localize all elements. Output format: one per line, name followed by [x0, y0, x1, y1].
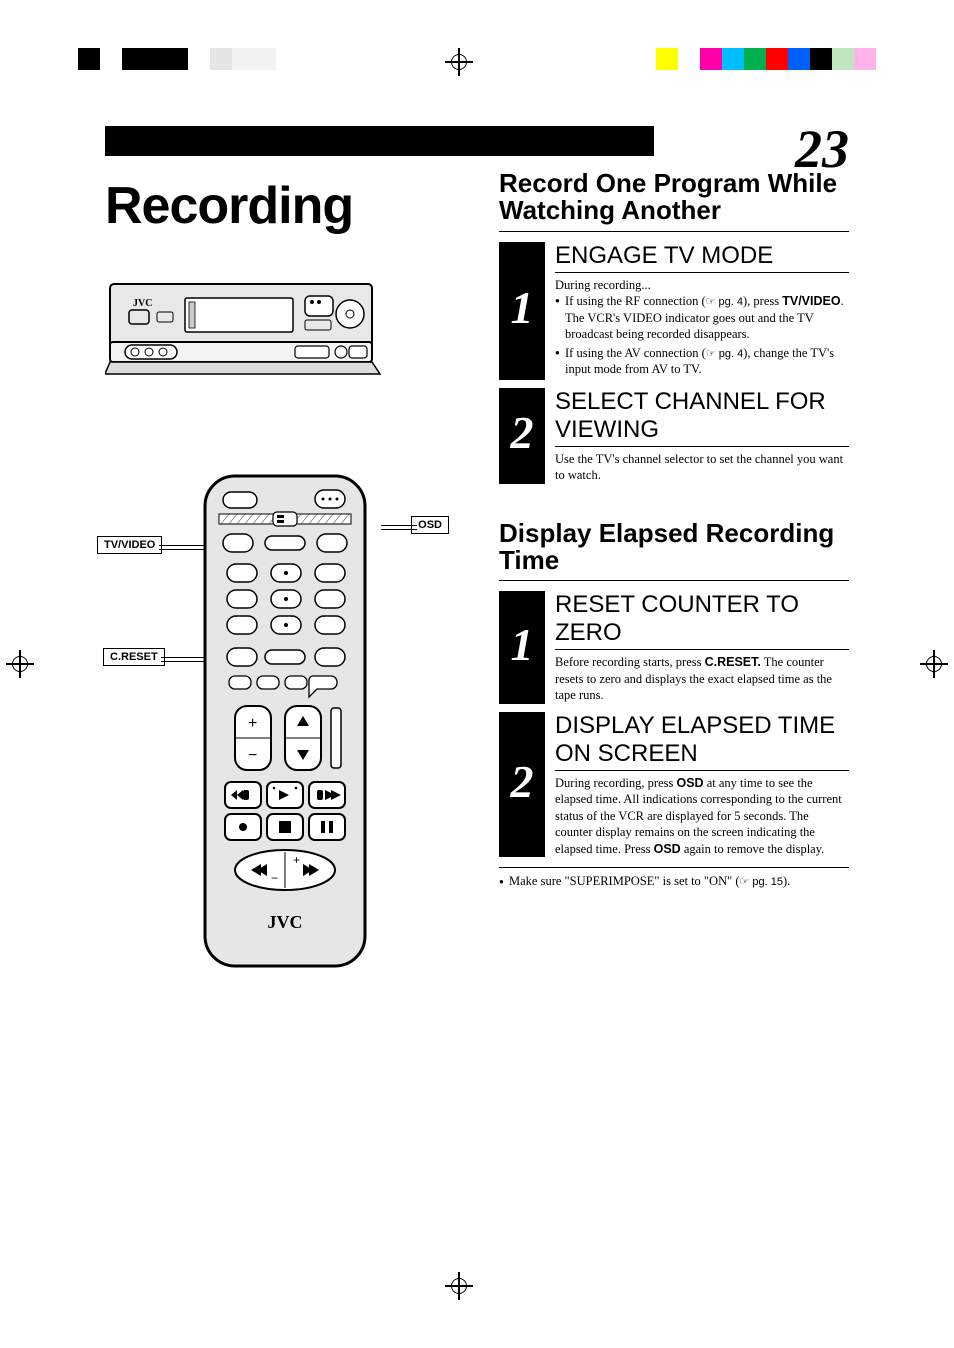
- divider: [499, 231, 849, 232]
- step-body-text: Use the TV's channel selector to set the…: [555, 451, 849, 484]
- step-number: 1: [499, 591, 545, 704]
- step-bullet: If using the RF connection (☞ pg. 4), pr…: [555, 293, 849, 343]
- divider: [499, 867, 849, 868]
- svg-text:JVC: JVC: [268, 912, 303, 932]
- callout-tv-video: TV/VIDEO: [97, 536, 162, 554]
- vcr-brand-label: JVC: [133, 298, 152, 309]
- step-title: RESET COUNTER TO ZERO: [555, 591, 849, 650]
- step-1-engage-tv-mode: 1 ENGAGE TV MODE During recording... If …: [499, 242, 849, 380]
- step-bullet: If using the AV connection (☞ pg. 4), ch…: [555, 345, 849, 378]
- section-heading-record-watch: Record One Program While Watching Anothe…: [499, 170, 849, 225]
- step-number: 1: [499, 242, 545, 380]
- vcr-illustration: JVC: [105, 272, 385, 382]
- callout-c-reset: C.RESET: [103, 648, 165, 666]
- header-rule: [105, 126, 654, 156]
- crop-mark-icon: [445, 48, 473, 76]
- section-heading-elapsed-time: Display Elapsed Recording Time: [499, 520, 849, 575]
- step-number: 2: [499, 712, 545, 858]
- step-title: DISPLAY ELAPSED TIME ON SCREEN: [555, 712, 849, 771]
- step-1-reset-counter: 1 RESET COUNTER TO ZERO Before recording…: [499, 591, 849, 704]
- crop-mark-icon: [6, 650, 34, 678]
- step-title: ENGAGE TV MODE: [555, 242, 849, 273]
- footnote: Make sure "SUPERIMPOSE" is set to "ON" (…: [499, 874, 849, 889]
- step-2-display-elapsed: 2 DISPLAY ELAPSED TIME ON SCREEN During …: [499, 712, 849, 858]
- divider: [499, 580, 849, 581]
- svg-text:−: −: [271, 871, 278, 885]
- step-body-text: During recording, press OSD at any time …: [555, 775, 849, 858]
- crop-mark-icon: [445, 1272, 473, 1300]
- step-intro: During recording...: [555, 277, 849, 294]
- step-body-text: Before recording starts, press C.RESET. …: [555, 654, 849, 704]
- svg-text:−: −: [248, 747, 257, 764]
- print-registration-top: [0, 48, 954, 78]
- step-number: 2: [499, 388, 545, 484]
- step-2-select-channel: 2 SELECT CHANNEL FOR VIEWING Use the TV'…: [499, 388, 849, 484]
- page-title: Recording: [105, 176, 465, 236]
- step-title: SELECT CHANNEL FOR VIEWING: [555, 388, 849, 447]
- svg-text:+: +: [248, 715, 257, 732]
- svg-text:+: +: [293, 853, 300, 867]
- crop-mark-icon: [920, 650, 948, 678]
- remote-illustration: TV/VIDEO OSD C.RESET: [155, 472, 415, 972]
